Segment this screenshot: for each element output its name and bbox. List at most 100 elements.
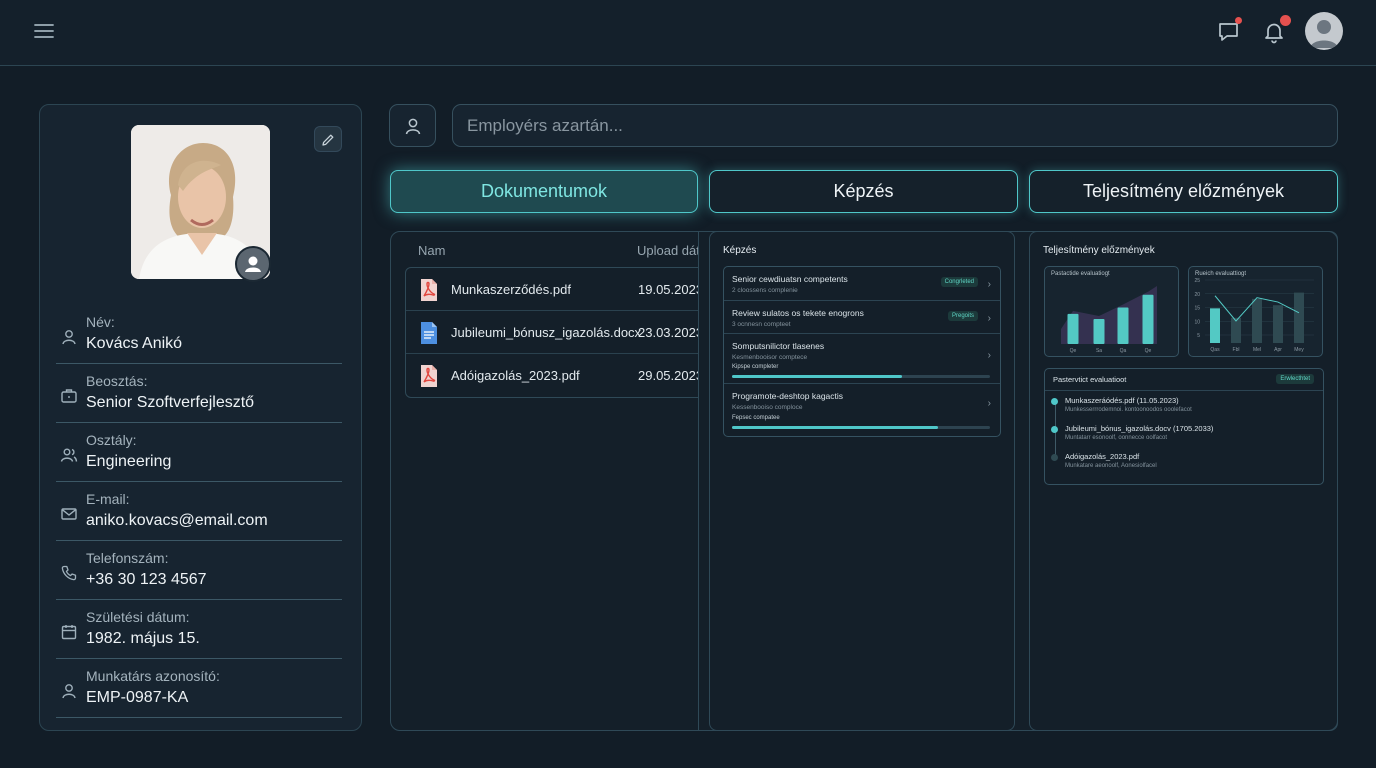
chart-bar xyxy=(1294,292,1304,343)
top-bar xyxy=(0,0,1376,66)
chart-bar xyxy=(1210,308,1220,343)
performance-title: Teljesítmény előzmények xyxy=(1043,245,1155,256)
field-position: Beosztás: Senior Szoftverfejlesztő xyxy=(56,364,342,423)
training-item[interactable]: Senior cewdiuatsn competents 2 cloossens… xyxy=(724,267,1000,301)
field-label: E-mail: xyxy=(86,491,130,507)
column-header-upload-date[interactable]: Upload dátum xyxy=(637,243,698,258)
field-employee-id: Munkatárs azonosító: EMP-0987-KA xyxy=(56,659,342,718)
chart-tick-label: 5 xyxy=(1197,333,1200,339)
tab-training[interactable]: Képzés xyxy=(709,170,1018,213)
chart-bar xyxy=(1142,294,1154,344)
timeline-item-sub: Munkesserrrodemnoi. kontoonoodos ooolefa… xyxy=(1065,407,1192,413)
document-name: Jubileumi_bónusz_igazolás.docx xyxy=(451,325,642,340)
document-date: 23.03.2023 xyxy=(638,325,698,340)
user-filter-button[interactable] xyxy=(389,104,436,147)
chevron-right-icon: › xyxy=(987,350,991,361)
progress-fill xyxy=(732,426,939,429)
chart-bar xyxy=(1093,319,1105,344)
chart-tick-label: 20 xyxy=(1194,292,1200,298)
progress-label: Kipspe completer xyxy=(732,364,779,370)
chart-bar xyxy=(1273,305,1283,343)
training-item[interactable]: Somputsnilictor tlasenes Kesmenbooisor c… xyxy=(724,334,1000,384)
progress-bar xyxy=(732,375,990,378)
progress-bar xyxy=(732,426,990,429)
training-item-subtitle: Kesmenbooisor comptece xyxy=(732,354,808,361)
phone-icon xyxy=(61,565,77,581)
status-badge: Congrleted xyxy=(940,277,978,287)
document-row[interactable]: Jubileumi_bónusz_igazolás.docx 23.03.202… xyxy=(406,311,698,354)
calendar-icon xyxy=(61,625,77,640)
docx-file-icon xyxy=(421,322,437,344)
edit-profile-button[interactable] xyxy=(314,126,342,152)
training-item-title: Programote-deshtop kagactis xyxy=(732,391,844,401)
field-value: Engineering xyxy=(86,453,172,470)
chart-1-svg: Qe Sa Qa Qe xyxy=(1061,286,1157,354)
id-icon xyxy=(62,684,76,699)
document-name: Adóigazolás_2023.pdf xyxy=(451,368,580,383)
chart-tick-label: Sa xyxy=(1096,348,1102,354)
document-date: 19.05.2023 xyxy=(638,282,698,297)
timeline-item-name: Adóigazolás_2023.pdf xyxy=(1065,452,1140,461)
field-value: aniko.kovacs@email.com xyxy=(86,512,268,529)
chart-past-evaluations: Pastactide evaluatiogt Qe Sa Qa Qe xyxy=(1044,266,1179,357)
tab-documents[interactable]: Dokumentumok xyxy=(390,170,698,213)
progress-label: Fepsec compatee xyxy=(732,415,780,421)
user-icon xyxy=(405,118,420,135)
hamburger-menu-icon[interactable] xyxy=(32,20,56,42)
chart-tick-label: 25 xyxy=(1194,278,1200,284)
chart-bar xyxy=(1067,313,1079,344)
evaluations-badge: Erwlecthtet xyxy=(1276,374,1314,384)
field-label: Beosztás: xyxy=(86,373,148,389)
documents-table: Munkaszerződés.pdf 19.05.2023 Jubileumi_… xyxy=(405,267,698,398)
training-item-title: Review sulatos os tekete enogrons xyxy=(732,308,864,318)
chevron-right-icon: › xyxy=(987,398,991,409)
field-value: 1982. május 15. xyxy=(86,630,200,647)
field-name: Név: Kovács Anikó xyxy=(56,305,342,364)
chart-tick-label: Mey xyxy=(1294,347,1304,353)
avatar-user-icon[interactable] xyxy=(235,246,271,282)
chart-tick-label: 15 xyxy=(1194,306,1200,312)
tab-performance-history[interactable]: Teljesítmény előzmények xyxy=(1029,170,1338,213)
document-name: Munkaszerződés.pdf xyxy=(451,282,571,297)
chat-icon[interactable] xyxy=(1216,17,1242,45)
training-title: Képzés xyxy=(723,245,757,256)
training-item[interactable]: Programote-deshtop kagactis Kessenbooiso… xyxy=(724,384,1000,436)
chart-tick-label: Mel xyxy=(1253,347,1261,353)
timeline-item-name: Jubileumi_bónus_igazolás.docv (1705.2033… xyxy=(1065,424,1214,433)
documents-panel: Nam Upload dátum Munkaszerződés.pdf 19.0… xyxy=(390,231,698,731)
timeline-item-sub: Muntatarr esonoolf, oonnecce oolfacot xyxy=(1065,435,1168,441)
chat-notification-dot xyxy=(1235,17,1242,24)
search-input[interactable] xyxy=(452,104,1338,147)
training-panel: Képzés Senior cewdiuatsn competents 2 cl… xyxy=(709,231,1015,731)
pencil-icon xyxy=(322,134,334,146)
field-birthdate: Születési dátum: 1982. május 15. xyxy=(56,600,342,659)
user-avatar[interactable] xyxy=(1305,12,1343,50)
pdf-file-icon xyxy=(421,365,437,387)
document-row[interactable]: Adóigazolás_2023.pdf 29.05.2023 xyxy=(406,354,698,397)
bell-icon[interactable] xyxy=(1261,15,1291,45)
training-item[interactable]: Review sulatos os tekete enogrons 3 ocnn… xyxy=(724,301,1000,334)
field-phone: Telefonszám: +36 30 123 4567 xyxy=(56,541,342,600)
field-label: Munkatárs azonosító: xyxy=(86,668,220,684)
document-row[interactable]: Munkaszerződés.pdf 19.05.2023 xyxy=(406,268,698,311)
timeline-dot xyxy=(1051,398,1058,405)
profile-card: Név: Kovács Anikó Beosztás: Senior Szoft… xyxy=(39,104,362,731)
users-icon xyxy=(60,448,78,462)
field-value: +36 30 123 4567 xyxy=(86,571,207,588)
training-item-title: Somputsnilictor tlasenes xyxy=(732,341,825,351)
chart-bar xyxy=(1117,307,1129,344)
chart-tick-label: Fbl xyxy=(1233,347,1240,353)
evaluations-title: Pastervtict evaluatioot xyxy=(1053,375,1127,384)
field-label: Telefonszám: xyxy=(86,550,169,566)
timeline-dot xyxy=(1051,426,1058,433)
chart-tick-label: 10 xyxy=(1194,319,1200,325)
timeline-item-name: Munkaszeráódés.pdf (11.05.2023) xyxy=(1065,396,1179,405)
field-value: EMP-0987-KA xyxy=(86,689,189,706)
field-value: Kovács Anikó xyxy=(86,335,183,352)
training-item-title: Senior cewdiuatsn competents xyxy=(732,274,848,284)
chart-tick-label: Qa xyxy=(1120,348,1127,354)
column-header-name[interactable]: Nam xyxy=(418,243,445,258)
panel-divider xyxy=(698,231,699,731)
chart-tick-label: Qe xyxy=(1145,348,1152,354)
timeline-item-sub: Munkatare aeonoolf, Aonesiolfacel xyxy=(1065,463,1157,469)
